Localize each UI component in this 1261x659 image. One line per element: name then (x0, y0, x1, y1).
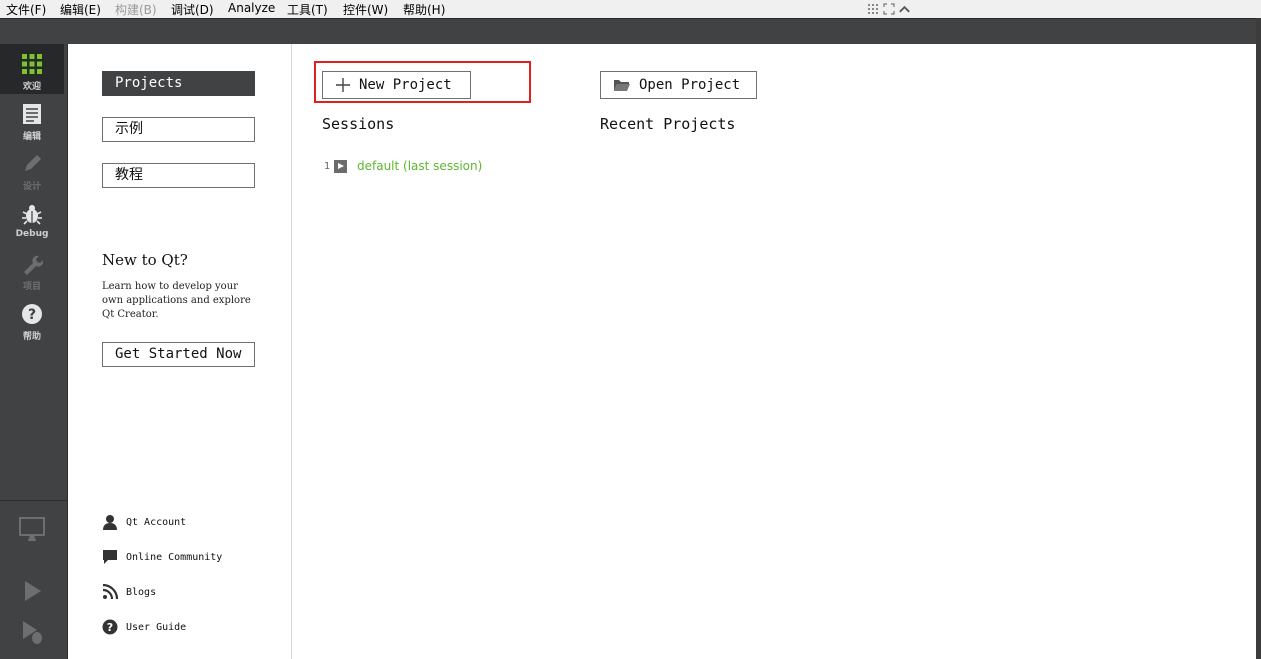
sessions-title: Sessions (322, 115, 395, 133)
menu-file[interactable]: 文件(F) (6, 1, 46, 18)
menu-debug[interactable]: 调试(D) (171, 1, 214, 18)
link-label: Qt Account (126, 516, 187, 528)
open-project-label: Open Project (639, 77, 741, 93)
wrench-icon (24, 255, 43, 275)
svg-text:?: ? (107, 621, 113, 634)
mode-label: 设计 (22, 182, 41, 192)
sidebar-divider (0, 500, 67, 501)
menu-tools[interactable]: 工具(T) (287, 1, 328, 18)
mode-design[interactable]: 设计 (0, 144, 64, 194)
menu-widgets[interactable]: 控件(W) (343, 1, 388, 18)
debug-run-icon (23, 621, 42, 644)
debug-run-button[interactable] (17, 618, 47, 652)
kit-selector-button[interactable] (17, 514, 47, 548)
link-qt-account[interactable]: Qt Account (102, 512, 186, 532)
mode-projects[interactable]: 项目 (0, 244, 64, 294)
menu-analyze[interactable]: Analyze (228, 1, 275, 15)
mode-welcome[interactable]: 欢迎 (0, 44, 64, 94)
welcome-sidebar: Projects 示例 教程 New to Qt? Learn how to d… (68, 44, 292, 659)
window-edge (1256, 18, 1261, 659)
new-to-qt-title: New to Qt? (102, 251, 188, 269)
mode-help[interactable]: ? 帮助 (0, 294, 64, 344)
toolbar-strip (0, 18, 1261, 44)
mode-sidebar: 欢迎 编辑 设计 Debug 项目 ? 帮助 (0, 44, 68, 659)
run-icon (25, 581, 41, 601)
help-icon: ? (22, 304, 42, 324)
new-to-qt-description: Learn how to develop your own applicatio… (102, 281, 251, 320)
session-name-link[interactable]: default (last session) (357, 159, 482, 173)
mode-label: 项目 (22, 282, 41, 292)
highlight-annotation (314, 61, 531, 103)
recent-projects-title: Recent Projects (600, 115, 736, 133)
session-item[interactable]: 1 default (last session) (324, 158, 482, 174)
mode-label: 欢迎 (22, 82, 41, 92)
folder-open-icon (613, 78, 631, 92)
link-label: Online Community (126, 551, 223, 563)
mode-label: Debug (15, 229, 49, 239)
mode-debug[interactable]: Debug (0, 194, 64, 244)
tab-projects[interactable]: Projects (102, 71, 255, 96)
monitor-icon (19, 517, 45, 541)
tab-examples[interactable]: 示例 (102, 117, 255, 142)
link-user-guide[interactable]: ? User Guide (102, 617, 186, 637)
link-blogs[interactable]: Blogs (102, 582, 156, 602)
menu-bar: 文件(F) 编辑(E) 构建(B) 调试(D) Analyze 工具(T) 控件… (0, 0, 1261, 18)
user-icon (102, 514, 118, 530)
session-play-icon[interactable] (334, 159, 347, 173)
document-icon (23, 104, 41, 124)
tab-tutorials[interactable]: 教程 (102, 163, 255, 188)
link-label: Blogs (126, 586, 157, 598)
open-project-button[interactable]: Open Project (600, 71, 757, 99)
menu-help[interactable]: 帮助(H) (403, 1, 445, 18)
link-label: User Guide (126, 621, 187, 633)
svg-text:?: ? (28, 307, 36, 323)
rss-icon (102, 584, 118, 600)
pencil-icon (25, 155, 41, 171)
bug-icon (22, 205, 42, 225)
menu-edit[interactable]: 编辑(E) (60, 1, 101, 18)
session-number: 1 (324, 160, 331, 172)
link-online-community[interactable]: Online Community (102, 547, 222, 567)
collapse-icon[interactable] (898, 3, 911, 16)
grid-icon (22, 54, 42, 74)
mode-label: 编辑 (22, 132, 41, 142)
get-started-button[interactable]: Get Started Now (102, 342, 255, 367)
expand-icon[interactable] (882, 3, 895, 16)
menu-build[interactable]: 构建(B) (115, 1, 157, 18)
grip-icon[interactable] (866, 3, 879, 16)
chat-icon (102, 549, 118, 565)
mode-label: 帮助 (22, 332, 41, 342)
run-button[interactable] (17, 576, 47, 610)
window-controls (866, 0, 911, 18)
help-icon: ? (102, 619, 118, 635)
mode-edit[interactable]: 编辑 (0, 94, 64, 144)
